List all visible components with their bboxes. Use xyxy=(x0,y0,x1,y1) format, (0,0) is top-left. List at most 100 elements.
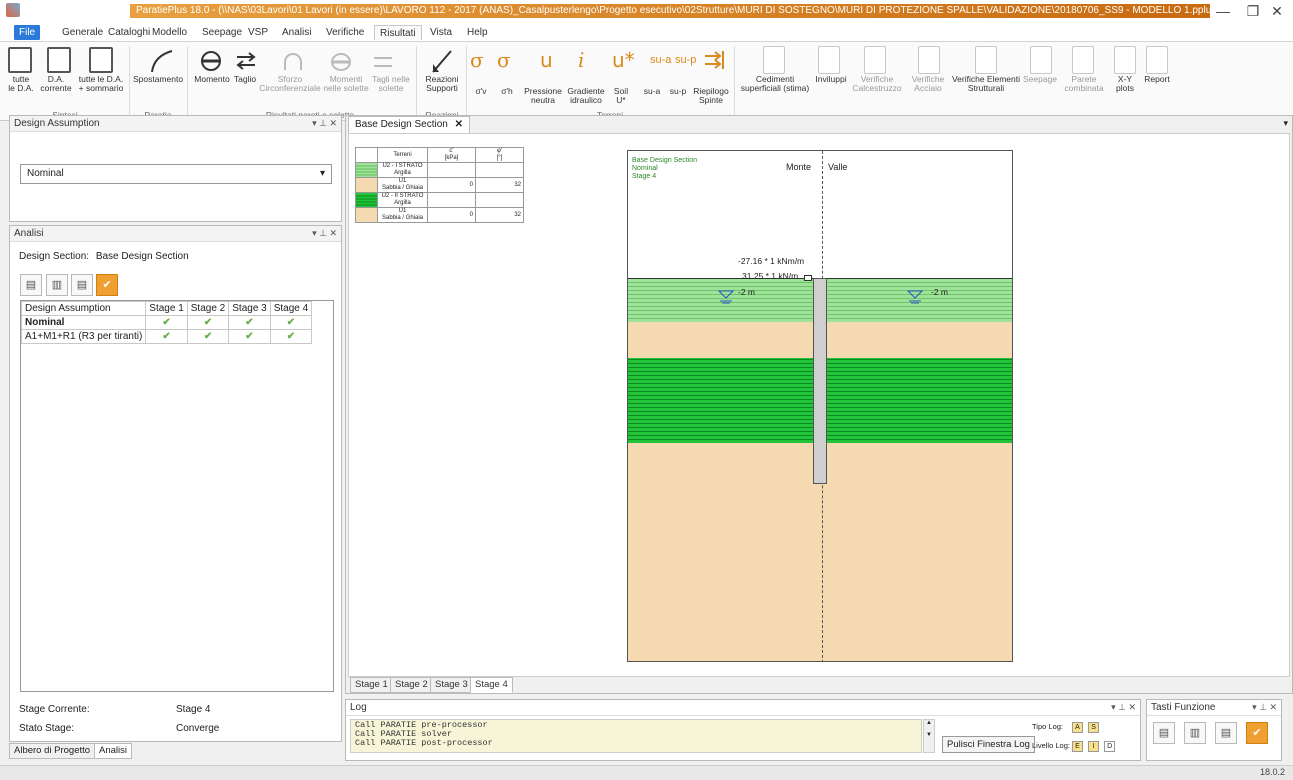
menu-vsp[interactable]: VSP xyxy=(243,25,273,40)
document-area: Base Design Section ✕ ▾ Terreni c' [kPa]… xyxy=(345,115,1293,694)
design-section-value: Base Design Section xyxy=(95,251,189,262)
reactions-icon xyxy=(430,48,454,74)
run-analysis-icon[interactable]: ▤ xyxy=(20,274,42,296)
tab-stage-3[interactable]: Stage 3 xyxy=(430,677,473,693)
ribbon-separator xyxy=(466,46,467,118)
spostamento-button[interactable]: Spostamento xyxy=(132,75,184,84)
gradiente-button[interactable]: Gradiente idraulico xyxy=(564,87,608,105)
left-bottom-tabs: Albero di Progetto Analisi xyxy=(9,743,342,761)
section-info-da: Nominal xyxy=(632,165,658,172)
menu-generale[interactable]: Generale xyxy=(57,25,108,40)
minimize-button[interactable]: — xyxy=(1208,2,1238,20)
panel-controls[interactable]: ▾ ⊥ ✕ xyxy=(312,116,337,131)
function-run-selected-icon[interactable]: ▤ xyxy=(1215,722,1237,744)
tipo-log-s-toggle[interactable]: S xyxy=(1088,722,1100,733)
su-a-button[interactable]: su-a xyxy=(640,87,664,96)
momenti-solette-button[interactable]: Momenti nelle solette xyxy=(322,75,370,93)
menu-modello[interactable]: Modello xyxy=(147,25,192,40)
function-run-icon[interactable]: ▤ xyxy=(1153,722,1175,744)
slab-shear-icon xyxy=(372,52,394,72)
riepilogo-spinte-button[interactable]: Riepilogo Spinte xyxy=(691,87,731,105)
close-tab-icon[interactable]: ✕ xyxy=(455,119,463,130)
drawing-canvas[interactable]: Terreni c' [kPa] φ' [°] U2 - I STRATO Ar… xyxy=(348,133,1290,677)
su-p-button[interactable]: su-p xyxy=(666,87,690,96)
hoop-force-icon xyxy=(282,50,304,72)
check-icon[interactable]: ✔ xyxy=(96,274,118,296)
tab-stage-1[interactable]: Stage 1 xyxy=(350,677,393,693)
monte-label: Monte xyxy=(786,162,812,172)
reazioni-supporti-button[interactable]: Reazioni Supporti xyxy=(420,75,464,93)
report-icon xyxy=(1146,46,1168,74)
sigma-v-button[interactable]: σ'v xyxy=(470,87,492,96)
header-design-assumption: Design Assumption xyxy=(20,301,147,316)
verifiche-acciaio-button[interactable]: Verifiche Acciaio xyxy=(906,75,950,93)
menu-risultati[interactable]: Risultati xyxy=(374,25,422,40)
clear-log-button[interactable]: Pulisci Finestra Log xyxy=(942,736,1035,753)
menu-seepage[interactable]: Seepage xyxy=(197,25,247,40)
tutte-da-sommario-button[interactable]: tutte le D.A. + sommario xyxy=(75,75,127,93)
tab-analisi[interactable]: Analisi xyxy=(94,743,132,759)
menu-analisi[interactable]: Analisi xyxy=(277,25,316,40)
sforzo-button[interactable]: Sforzo Circonferenziale xyxy=(258,75,322,93)
tab-albero-progetto[interactable]: Albero di Progetto xyxy=(9,743,96,759)
legend-soil-name: U2 - II STRATO Argilla xyxy=(377,192,428,208)
livello-log-d-toggle[interactable]: D xyxy=(1104,741,1116,752)
tab-stage-2[interactable]: Stage 2 xyxy=(390,677,433,693)
soil-legend: Terreni c' [kPa] φ' [°] U2 - I STRATO Ar… xyxy=(355,147,524,223)
verifiche-calcestruzzo-button[interactable]: Verifiche Calcestruzzo xyxy=(850,75,904,93)
check-icon: ✔ xyxy=(162,331,171,342)
tab-list-arrow-icon[interactable]: ▾ xyxy=(1283,118,1288,129)
document-tab[interactable]: Base Design Section ✕ xyxy=(348,116,471,133)
legend-soil-name: U1 Sabbia / Ghiaia xyxy=(377,177,428,193)
seepage-button[interactable]: Seepage xyxy=(1022,75,1058,84)
design-assumption-select[interactable]: Nominal ▾ xyxy=(20,164,332,184)
ribbon-separator xyxy=(416,46,417,118)
pressione-button[interactable]: Pressione neutra xyxy=(520,87,566,105)
menu-vista[interactable]: Vista xyxy=(425,25,457,40)
report-button[interactable]: Report xyxy=(1141,75,1173,84)
momento-button[interactable]: Momento xyxy=(192,75,232,84)
function-run-all-icon[interactable]: ▥ xyxy=(1184,722,1206,744)
table-row[interactable]: A1+M1+R1 (R3 per tiranti) ✔ ✔ ✔ ✔ xyxy=(20,329,313,344)
u-star-icon: u* xyxy=(612,48,635,72)
legend-c: 0 xyxy=(427,207,476,223)
sigma-h-button[interactable]: σ'h xyxy=(496,87,518,96)
panel-controls[interactable]: ▾ ⊥ ✕ xyxy=(1252,700,1277,715)
menu-help[interactable]: Help xyxy=(462,25,493,40)
soil-u-button[interactable]: Soil U* xyxy=(610,87,632,105)
legend-phi xyxy=(475,162,524,178)
log-output[interactable]: Call PARATIE pre-processor Call PARATIE … xyxy=(350,719,922,753)
function-check-icon[interactable]: ✔ xyxy=(1246,722,1268,744)
panel-controls[interactable]: ▾ ⊥ ✕ xyxy=(312,226,337,241)
cedimenti-button[interactable]: Cedimenti superficiali (stima) xyxy=(737,75,813,93)
legend-swatch xyxy=(355,177,378,193)
inviluppi-button[interactable]: Inviluppi xyxy=(814,75,848,84)
da-corrente-button[interactable]: D.A. corrente xyxy=(38,75,74,93)
livello-log-badges: E I D xyxy=(1070,739,1116,752)
tipo-log-a-toggle[interactable]: A xyxy=(1072,722,1083,733)
livello-log-i-toggle[interactable]: I xyxy=(1088,741,1100,752)
combined-wall-icon xyxy=(1072,46,1094,74)
verifiche-elementi-button[interactable]: Verifiche Elementi Strutturali xyxy=(950,75,1022,93)
legend-header-c: c' [kPa] xyxy=(427,147,476,163)
design-assumption-header: Design Assumption ▾ ⊥ ✕ xyxy=(10,116,341,132)
livello-log-e-toggle[interactable]: E xyxy=(1072,741,1083,752)
run-selected-icon[interactable]: ▤ xyxy=(71,274,93,296)
version-label: 18.0.2 xyxy=(1259,767,1285,777)
menu-file[interactable]: File xyxy=(14,25,41,40)
run-all-icon[interactable]: ▥ xyxy=(46,274,68,296)
log-scrollbar[interactable]: ▲ ▼ xyxy=(923,719,935,753)
parete-combinata-button[interactable]: Parete combinata xyxy=(1060,75,1108,93)
xy-plots-button[interactable]: X-Y plots xyxy=(1108,75,1142,93)
table-row[interactable]: Nominal ✔ ✔ ✔ ✔ xyxy=(20,315,313,330)
menu-verifiche[interactable]: Verifiche xyxy=(321,25,369,40)
displacement-icon xyxy=(148,48,174,74)
close-button[interactable]: ✕ xyxy=(1262,2,1292,20)
su-a-icon: su-a xyxy=(650,54,672,66)
panel-controls[interactable]: ▾ ⊥ ✕ xyxy=(1111,700,1136,715)
tab-stage-4[interactable]: Stage 4 xyxy=(470,677,513,693)
tutte-da-button[interactable]: tutte le D.A. xyxy=(6,75,36,93)
taglio-button[interactable]: Taglio xyxy=(230,75,260,84)
tagli-solette-button[interactable]: Tagli nelle solette xyxy=(370,75,412,93)
check-icon: ✔ xyxy=(162,317,171,328)
